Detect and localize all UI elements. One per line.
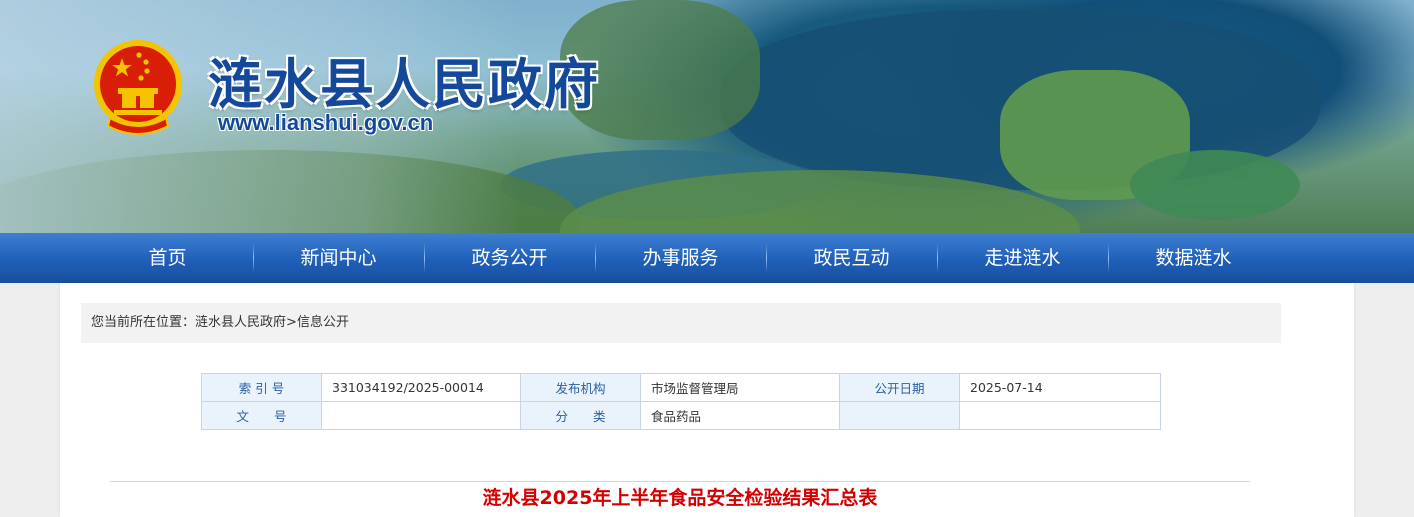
article-title: 涟水县2025年上半年食品安全检验结果汇总表 — [482, 487, 878, 509]
nav-item-news[interactable]: 新闻中心 — [253, 233, 424, 283]
site-title[interactable]: 涟水县人民政府 — [208, 40, 600, 119]
nav-item-data-lianshui[interactable]: 数据涟水 — [1108, 233, 1279, 283]
breadcrumb: 您当前所在位置：涟水县人民政府>信息公开 — [81, 303, 1281, 343]
breadcrumb-link-info[interactable]: 信息公开 — [297, 315, 349, 330]
nav-item-home[interactable]: 首页 — [82, 233, 253, 283]
table-row: 索 引 号 331034192/2025-00014 发布机构 市场监督管理局 … — [201, 373, 1161, 402]
table-row: 文 号 分 类 食品药品 — [201, 401, 1161, 430]
breadcrumb-separator: > — [286, 315, 297, 330]
date-label: 公开日期 — [839, 373, 960, 402]
nav-item-government-affairs[interactable]: 政务公开 — [424, 233, 595, 283]
breadcrumb-link-home[interactable]: 涟水县人民政府 — [195, 315, 286, 330]
publisher-value: 市场监督管理局 — [640, 373, 840, 402]
empty-label-cell — [839, 401, 960, 430]
info-meta-table: 索 引 号 331034192/2025-00014 发布机构 市场监督管理局 … — [201, 373, 1161, 430]
date-value: 2025-07-14 — [959, 373, 1161, 402]
category-label: 分 类 — [520, 401, 641, 430]
index-label: 索 引 号 — [201, 373, 322, 402]
header-banner: 涟水县人民政府 www.lianshui.gov.cn — [0, 0, 1414, 233]
banner-lotus-pond — [1130, 150, 1300, 220]
empty-value-cell — [959, 401, 1161, 430]
main-nav: 首页 新闻中心 政务公开 办事服务 政民互动 走进涟水 数据涟水 — [0, 233, 1414, 283]
nav-item-interaction[interactable]: 政民互动 — [766, 233, 937, 283]
site-url[interactable]: www.lianshui.gov.cn — [218, 110, 433, 136]
national-emblem-icon[interactable] — [92, 38, 184, 138]
publisher-label: 发布机构 — [520, 373, 641, 402]
nav-item-about-lianshui[interactable]: 走进涟水 — [937, 233, 1108, 283]
category-value: 食品药品 — [640, 401, 840, 430]
index-value: 331034192/2025-00014 — [321, 373, 521, 402]
docno-value — [321, 401, 521, 430]
content-panel: 您当前所在位置：涟水县人民政府>信息公开 索 引 号 331034192/202… — [60, 283, 1354, 517]
breadcrumb-prefix: 您当前所在位置： — [91, 315, 196, 330]
nav-item-services[interactable]: 办事服务 — [595, 233, 766, 283]
docno-label: 文 号 — [201, 401, 322, 430]
title-divider — [110, 481, 1250, 482]
